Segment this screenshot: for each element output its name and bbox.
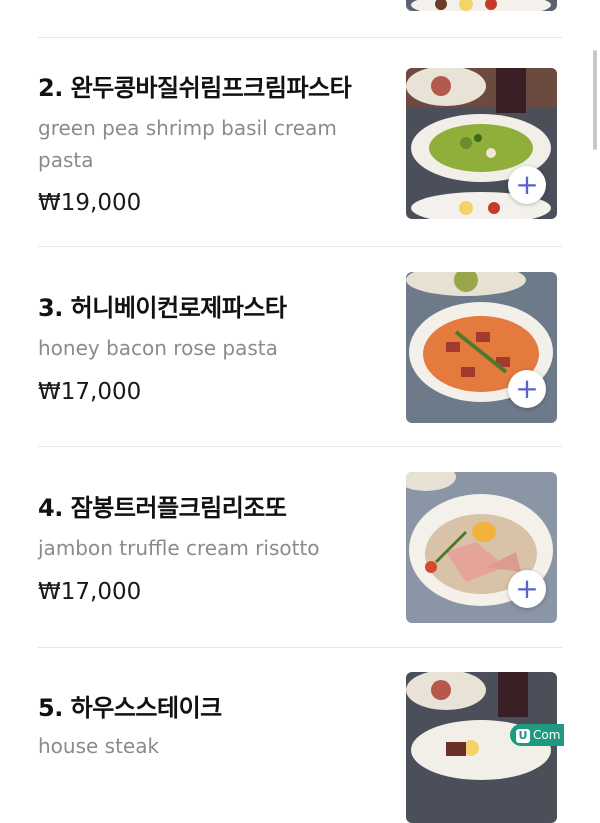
floating-chat-badge[interactable]: U Com bbox=[510, 724, 564, 746]
divider bbox=[38, 647, 562, 648]
add-to-cart-button[interactable]: + bbox=[508, 370, 546, 408]
plus-icon: + bbox=[515, 572, 539, 605]
menu-item-description: jambon truffle cream risotto bbox=[38, 536, 320, 560]
app-logo-icon: U bbox=[516, 728, 530, 743]
menu-item-title[interactable]: 4. 잠봉트러플크림리조또 bbox=[38, 488, 287, 523]
menu-item-description: house steak bbox=[38, 734, 160, 758]
menu-item-photo[interactable] bbox=[406, 672, 557, 823]
menu-item-price: ₩19,000 bbox=[38, 190, 142, 216]
menu-item-photo-partial[interactable] bbox=[406, 0, 557, 11]
menu-item-title[interactable]: 2. 완두콩바질쉬림프크림파스타 bbox=[38, 68, 352, 103]
menu-item-price: ₩17,000 bbox=[38, 379, 142, 405]
menu-item-price: ₩17,000 bbox=[38, 579, 142, 605]
menu-item-title[interactable]: 3. 허니베이컨로제파스타 bbox=[38, 288, 287, 323]
menu-item-description: honey bacon rose pasta bbox=[38, 336, 278, 360]
menu-item-description: green pea shrimp basil cream pasta bbox=[38, 116, 337, 172]
divider bbox=[38, 446, 562, 447]
divider bbox=[38, 37, 562, 38]
badge-label: Com bbox=[533, 728, 561, 742]
scrollbar[interactable] bbox=[593, 50, 597, 150]
divider bbox=[38, 246, 562, 247]
menu-item-title[interactable]: 5. 하우스스테이크 bbox=[38, 688, 222, 723]
plus-icon: + bbox=[515, 168, 539, 201]
add-to-cart-button[interactable]: + bbox=[508, 570, 546, 608]
add-to-cart-button[interactable]: + bbox=[508, 166, 546, 204]
plus-icon: + bbox=[515, 372, 539, 405]
